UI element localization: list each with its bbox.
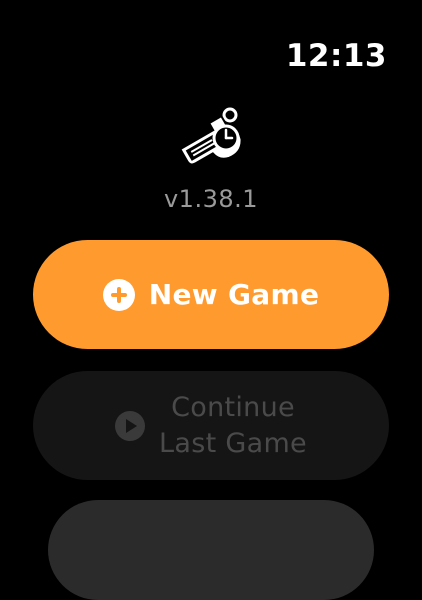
continue-last-game-button[interactable]: Continue Last Game: [33, 371, 389, 480]
new-game-label: New Game: [148, 278, 320, 311]
play-circle-icon: [115, 410, 146, 441]
plus-circle-icon: [102, 278, 135, 311]
continue-label-line2: Last Game: [159, 427, 307, 459]
new-game-button[interactable]: New Game: [33, 240, 389, 349]
app-version: v1.38.1: [163, 185, 259, 213]
whistle-icon: [172, 100, 252, 176]
continue-label-line1: Continue: [171, 391, 295, 423]
continue-label: Continue Last Game: [159, 390, 307, 462]
status-time: 12:13: [285, 38, 387, 74]
next-menu-button[interactable]: [48, 500, 374, 600]
